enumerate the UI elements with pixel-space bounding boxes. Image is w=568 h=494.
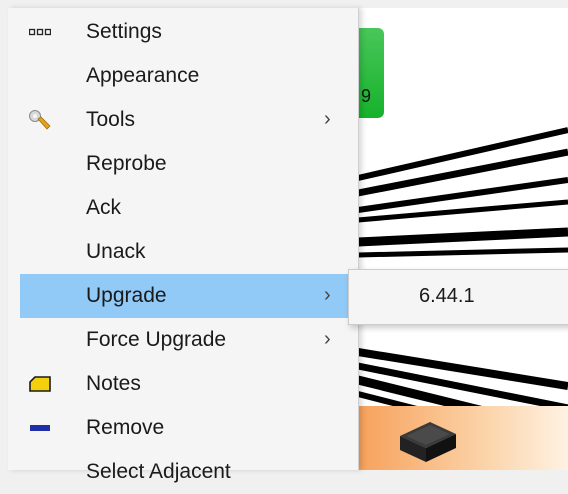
menu-item-label: Appearance <box>86 64 200 87</box>
menu-item-label: Force Upgrade <box>86 328 227 351</box>
menu-item-label: Reprobe <box>86 152 167 175</box>
menu-item-remove[interactable]: Remove <box>20 406 356 450</box>
menu-item-appearance[interactable]: Appearance <box>20 54 356 98</box>
context-menu: Settings Appearance Tools › Reprobe Ack … <box>8 8 359 483</box>
device-node-label: 9 <box>361 86 372 106</box>
menu-item-notes[interactable]: Notes <box>20 362 356 406</box>
menu-item-ack[interactable]: Ack <box>20 186 356 230</box>
settings-dots-icon <box>28 21 52 43</box>
menu-item-label: Upgrade <box>86 284 167 307</box>
menu-item-label: Tools <box>86 108 136 131</box>
menu-item-settings[interactable]: Settings <box>20 10 356 54</box>
upgrade-version-item[interactable]: 6.44.1 <box>349 276 568 316</box>
upgrade-submenu: 6.44.1 <box>348 269 568 325</box>
menu-item-label: Unack <box>86 240 146 263</box>
menu-item-label: Remove <box>86 416 165 439</box>
menu-item-upgrade[interactable]: Upgrade › <box>20 274 356 318</box>
remove-minus-icon <box>28 417 52 439</box>
note-icon <box>28 373 52 395</box>
device-node-orange[interactable] <box>358 406 568 470</box>
link-line <box>357 247 568 258</box>
menu-item-force-upgrade[interactable]: Force Upgrade › <box>20 318 356 362</box>
menu-item-label: Ack <box>86 196 122 219</box>
link-line <box>357 227 568 247</box>
submenu-arrow-icon: › <box>324 328 331 350</box>
menu-item-select-adjacent[interactable]: Select Adjacent <box>20 450 356 494</box>
menu-item-label: Settings <box>86 20 162 43</box>
menu-item-tools[interactable]: Tools › <box>20 98 356 142</box>
router-device-icon[interactable] <box>396 414 460 470</box>
submenu-arrow-icon: › <box>324 108 331 130</box>
menu-item-reprobe[interactable]: Reprobe <box>20 142 356 186</box>
menu-item-label: Notes <box>86 372 141 395</box>
menu-item-label: Select Adjacent <box>86 460 231 483</box>
menu-item-unack[interactable]: Unack <box>20 230 356 274</box>
upgrade-version-label: 6.44.1 <box>419 285 475 307</box>
submenu-arrow-icon: › <box>324 284 331 306</box>
wrench-icon <box>28 109 52 131</box>
